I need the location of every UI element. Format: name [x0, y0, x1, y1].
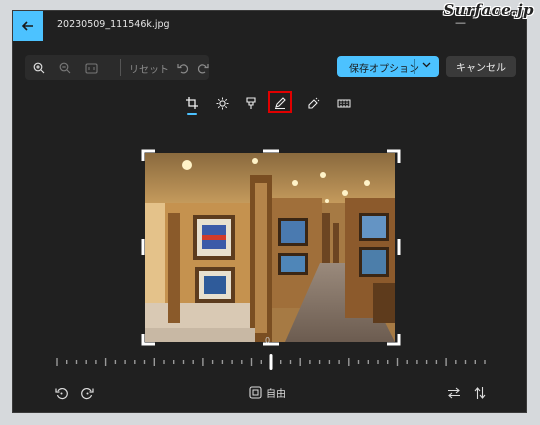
ruler-tick — [425, 360, 428, 364]
selected-tool-indicator — [187, 113, 197, 115]
ruler-tick — [406, 360, 408, 364]
ruler-tick — [134, 360, 136, 364]
ruler-tick — [182, 360, 185, 364]
rotate-right-button[interactable] — [77, 383, 97, 403]
rotate-left-button[interactable] — [51, 383, 71, 403]
ruler-tick — [95, 360, 97, 364]
crop-tool-button[interactable] — [182, 93, 202, 113]
filter-tool-button[interactable] — [241, 93, 261, 113]
ruler-tick — [104, 358, 107, 366]
ruler-tick — [163, 360, 165, 364]
ruler-tick — [114, 360, 117, 364]
ruler-tick — [357, 360, 360, 364]
ruler-tick — [445, 358, 447, 366]
ruler-tick — [396, 358, 399, 366]
background-tool-button[interactable] — [334, 93, 354, 113]
back-button[interactable] — [13, 11, 43, 41]
ruler-tick — [211, 360, 214, 364]
crop-frame[interactable] — [141, 149, 401, 346]
ruler-tick — [348, 358, 350, 366]
ruler-tick — [299, 358, 301, 366]
ruler-tick — [75, 360, 78, 364]
ruler-tick — [143, 360, 146, 364]
ruler-tick — [280, 360, 282, 364]
retouch-icon — [307, 97, 319, 109]
photos-editor-window: 20230509_111546k.jpg — リセット 保存オプション キャンセ… — [12, 10, 527, 413]
filter-icon — [246, 96, 256, 109]
background-blur-icon — [337, 99, 351, 107]
window-title: 20230509_111546k.jpg — [57, 19, 170, 30]
ruler-tick — [416, 360, 418, 364]
watermark-logo: Surface.jp — [443, 1, 534, 19]
ruler-tick — [221, 360, 224, 364]
flip-vertical-icon — [474, 387, 486, 399]
ruler-tick — [85, 360, 87, 364]
zoom-out-button[interactable] — [57, 60, 73, 76]
back-arrow-icon — [21, 21, 33, 31]
retouch-tool-button[interactable] — [303, 93, 323, 113]
save-options-label: 保存オプション — [349, 64, 419, 75]
ruler-tick — [124, 360, 126, 364]
ruler-tick — [202, 358, 204, 366]
ruler-tick — [484, 360, 486, 364]
aspect-ratio-label: 自由 — [266, 389, 286, 400]
ruler-tick — [464, 360, 467, 364]
ruler-tick — [153, 358, 155, 366]
straighten-slider-thumb[interactable] — [269, 354, 273, 370]
fit-window-icon — [84, 62, 98, 74]
toolbar-divider — [120, 59, 121, 76]
markup-tool-highlight — [268, 91, 292, 113]
ruler-tick — [387, 360, 389, 364]
ruler-tick — [173, 360, 175, 364]
ruler-tick — [250, 358, 253, 366]
ruler-tick — [367, 360, 369, 364]
ruler-tick — [289, 360, 292, 364]
ruler-tick — [328, 360, 331, 364]
straighten-angle-label: 0 — [265, 336, 271, 345]
ruler-tick — [435, 360, 438, 364]
save-button-divider — [414, 59, 415, 74]
zoom-in-button[interactable] — [31, 60, 47, 76]
cancel-button[interactable]: キャンセル — [446, 56, 516, 77]
ruler-tick — [377, 360, 379, 364]
ruler-tick — [474, 360, 476, 364]
rotate-right-icon — [80, 387, 94, 399]
flip-horizontal-button[interactable] — [444, 383, 464, 403]
straighten-slider[interactable] — [53, 354, 489, 370]
ruler-tick — [318, 360, 321, 364]
adjust-tool-button[interactable] — [212, 93, 232, 113]
flip-horizontal-icon — [448, 387, 460, 399]
fit-to-window-button[interactable] — [83, 60, 99, 76]
ruler-tick — [309, 360, 311, 364]
ruler-tick — [260, 360, 262, 364]
ruler-tick — [338, 360, 340, 364]
zoom-in-icon — [33, 62, 45, 74]
reset-button[interactable]: リセット — [129, 61, 169, 76]
undo-button[interactable] — [175, 60, 191, 76]
redo-icon — [197, 64, 209, 74]
aspect-ratio-icon — [249, 386, 262, 399]
zoom-out-icon — [59, 62, 71, 74]
aspect-ratio-button[interactable]: 自由 — [249, 385, 286, 400]
adjust-brightness-icon — [216, 97, 228, 109]
ruler-tick — [231, 360, 233, 364]
save-options-button[interactable]: 保存オプション — [337, 56, 439, 77]
ruler-tick — [56, 358, 58, 366]
ruler-tick — [241, 360, 243, 364]
chevron-down-icon[interactable] — [422, 62, 431, 68]
undo-icon — [177, 64, 189, 74]
ruler-tick — [192, 360, 194, 364]
flip-vertical-button[interactable] — [470, 383, 490, 403]
redo-button[interactable] — [195, 60, 211, 76]
ruler-tick — [66, 360, 68, 364]
crop-icon — [186, 97, 198, 109]
zoom-toolbar: リセット — [25, 55, 209, 80]
ruler-tick — [455, 360, 457, 364]
rotate-left-icon — [54, 387, 68, 399]
